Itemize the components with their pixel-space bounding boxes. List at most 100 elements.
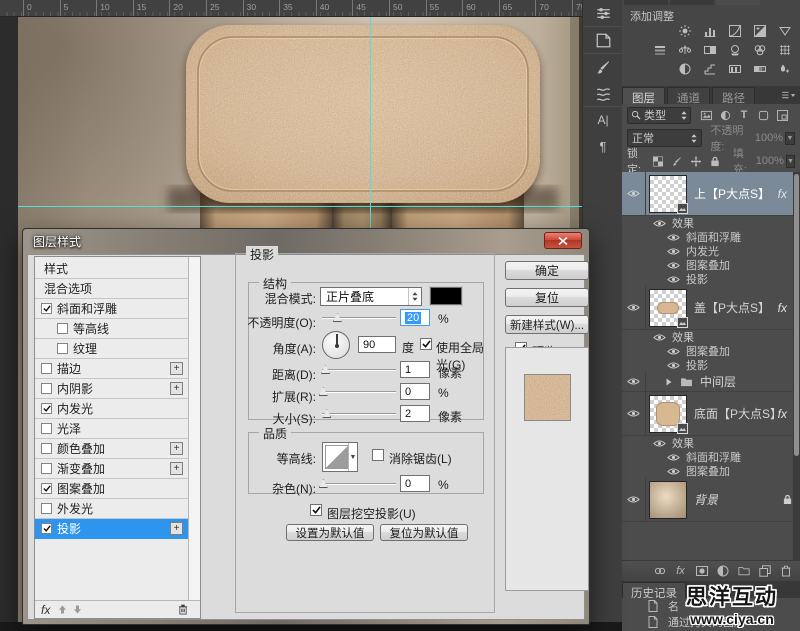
eye-visibility-toggle[interactable] xyxy=(666,233,680,242)
new-style-button[interactable]: 新建样式(W)... xyxy=(505,315,589,334)
angle-dial[interactable] xyxy=(322,331,350,359)
color-balance-icon[interactable] xyxy=(676,42,694,57)
fill-dropdown-icon[interactable]: ▼ xyxy=(786,155,795,168)
effect-row[interactable]: 投影 xyxy=(622,358,800,372)
reset-button[interactable]: 复位 xyxy=(505,288,589,307)
add-instance-button[interactable]: + xyxy=(170,522,183,535)
shadow-color-swatch[interactable] xyxy=(430,287,462,305)
effect-label[interactable]: 图案叠加 xyxy=(686,463,730,479)
exposure-icon[interactable] xyxy=(751,23,769,38)
style-list-item[interactable]: 图案叠加 xyxy=(35,479,188,499)
properties-panel-icon[interactable] xyxy=(583,0,623,26)
style-list-item[interactable]: 等高线 xyxy=(35,319,188,339)
style-checkbox[interactable] xyxy=(41,463,52,474)
add-instance-button[interactable]: + xyxy=(170,442,183,455)
eye-visibility-toggle[interactable] xyxy=(622,372,646,391)
layer-thumbnail[interactable] xyxy=(649,289,687,327)
eye-visibility-toggle[interactable] xyxy=(666,453,680,462)
add-instance-button[interactable]: + xyxy=(170,462,183,475)
effect-row[interactable]: 图案叠加 xyxy=(622,464,800,478)
posterize-icon[interactable] xyxy=(701,61,719,76)
effect-row[interactable]: 内发光 xyxy=(622,244,800,258)
style-list-item[interactable]: 内阴影+ xyxy=(35,379,188,399)
effect-row[interactable]: 斜面和浮雕 xyxy=(622,450,800,464)
spread-slider[interactable] xyxy=(322,386,396,398)
lock-transparency-icon[interactable] xyxy=(651,154,666,169)
layer-mask-icon[interactable] xyxy=(691,563,712,580)
gradient-map-icon[interactable] xyxy=(751,61,769,76)
layer-row[interactable]: 底面【P大点S】fx▲ xyxy=(622,392,800,436)
expand-group-icon[interactable] xyxy=(666,378,676,386)
layer-group-row[interactable]: 中间层 xyxy=(622,372,800,392)
opacity-dropdown-icon[interactable]: ▼ xyxy=(785,132,795,145)
style-checkbox[interactable] xyxy=(41,403,52,414)
eye-visibility-toggle[interactable] xyxy=(652,439,666,448)
link-layers-icon[interactable] xyxy=(649,563,670,580)
style-checkbox[interactable] xyxy=(57,343,68,354)
effects-header-row[interactable]: 效果 xyxy=(622,436,800,450)
tab-history[interactable]: 历史记录 xyxy=(622,582,686,598)
eye-visibility-toggle[interactable] xyxy=(622,286,646,329)
brightness-contrast-icon[interactable] xyxy=(676,23,694,38)
photo-filter-icon[interactable] xyxy=(726,42,744,57)
knockout-checkbox[interactable] xyxy=(310,504,322,516)
panel-tab-stub[interactable] xyxy=(716,0,760,5)
fx-badge[interactable]: fx xyxy=(778,187,790,201)
invert-icon[interactable] xyxy=(676,61,694,76)
style-list-item[interactable]: 描边+ xyxy=(35,359,188,379)
style-list-item[interactable]: 样式 xyxy=(35,259,188,279)
new-adjustment-icon[interactable] xyxy=(712,563,733,580)
filter-smart-objects-icon[interactable] xyxy=(774,107,790,123)
style-checkbox[interactable] xyxy=(41,523,52,534)
layer-name[interactable]: 背景 xyxy=(694,491,718,508)
new-group-icon[interactable] xyxy=(733,563,754,580)
size-slider[interactable] xyxy=(322,408,396,420)
curves-icon[interactable] xyxy=(726,23,744,38)
effect-label[interactable]: 投影 xyxy=(686,357,708,373)
eye-visibility-toggle[interactable] xyxy=(666,275,680,284)
layer-style-icon[interactable]: fx xyxy=(670,563,691,580)
effect-label[interactable]: 投影 xyxy=(686,271,708,287)
color-lookup-icon[interactable] xyxy=(776,42,794,57)
styles-panel-icon[interactable] xyxy=(583,27,623,53)
style-checkbox[interactable] xyxy=(41,483,52,494)
effects-header-row[interactable]: 效果 xyxy=(622,216,800,230)
character-panel-icon[interactable]: A| xyxy=(583,107,623,133)
layer-thumbnail[interactable] xyxy=(649,175,687,213)
panel-tab-stub[interactable] xyxy=(670,0,714,5)
style-list-item[interactable]: 纹理 xyxy=(35,339,188,359)
effects-header-row[interactable]: 效果 xyxy=(622,330,800,344)
layer-name[interactable]: 盖【P大点S】 xyxy=(694,299,770,316)
fx-badge[interactable]: fx xyxy=(778,407,790,421)
ok-button[interactable]: 确定 xyxy=(505,261,589,280)
vibrance-icon[interactable] xyxy=(776,23,794,38)
delete-layer-icon[interactable] xyxy=(775,563,796,580)
style-list-item[interactable]: 混合选项 xyxy=(35,279,188,299)
shadow-blend-mode-select[interactable]: 正片叠底 xyxy=(320,287,422,306)
style-checkbox[interactable] xyxy=(41,383,52,394)
filter-type-layers-icon[interactable]: T xyxy=(736,107,752,123)
lock-position-icon[interactable] xyxy=(689,154,704,169)
layer-thumbnail[interactable] xyxy=(649,395,687,433)
eye-visibility-toggle[interactable] xyxy=(652,219,666,228)
lock-pixels-icon[interactable] xyxy=(670,154,685,169)
distance-field[interactable]: 1 xyxy=(400,361,430,378)
style-list-item[interactable]: 渐变叠加+ xyxy=(35,459,188,479)
shadow-opacity-field[interactable]: 20 xyxy=(400,309,430,326)
size-field[interactable]: 2 xyxy=(400,405,430,422)
paragraph-panel-icon[interactable]: ¶ xyxy=(583,133,623,159)
effect-row[interactable]: 投影 xyxy=(622,272,800,286)
noise-slider[interactable] xyxy=(322,478,396,490)
eye-visibility-toggle[interactable] xyxy=(666,361,680,370)
distance-slider[interactable] xyxy=(322,364,396,376)
lock-all-icon[interactable] xyxy=(708,154,723,169)
style-checkbox[interactable] xyxy=(41,363,52,374)
close-button[interactable] xyxy=(544,232,582,249)
style-checkbox[interactable] xyxy=(41,503,52,514)
tab-channels[interactable]: 通道 xyxy=(667,87,710,104)
layer-row[interactable]: 上【P大点S】fx▲ xyxy=(622,172,800,216)
layer-name[interactable]: 上【P大点S】 xyxy=(694,185,770,202)
contour-picker[interactable]: ▼ xyxy=(322,442,358,472)
antialias-checkbox[interactable] xyxy=(372,449,384,461)
angle-field[interactable]: 90 xyxy=(358,336,396,353)
